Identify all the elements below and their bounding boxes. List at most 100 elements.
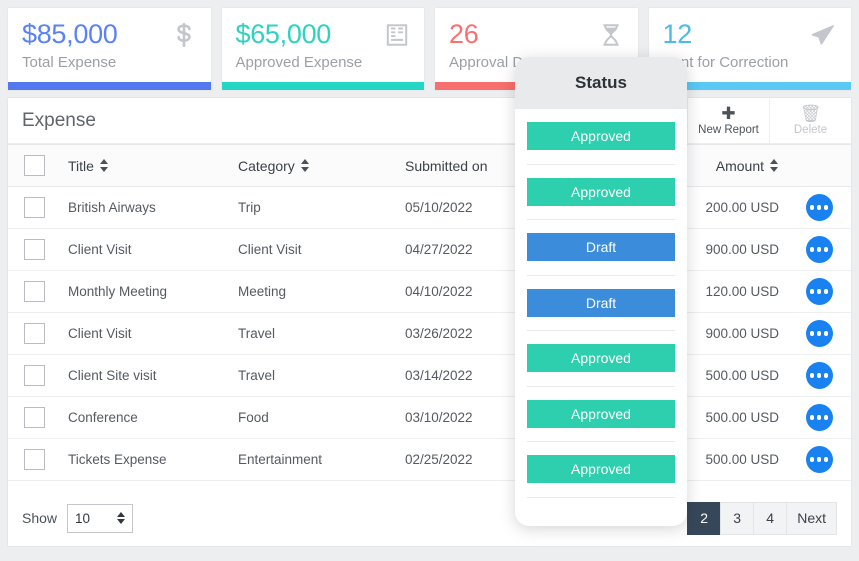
page-size-select[interactable]: 10 — [67, 503, 134, 533]
kpi-value: 12 — [662, 19, 693, 49]
row-actions-button[interactable] — [805, 194, 833, 221]
status-popup-item[interactable]: Approved — [527, 442, 675, 498]
status-popup-list: Approved Approved Draft Draft Approved Approv… — [515, 109, 687, 526]
column-label-category: Category — [238, 157, 295, 174]
expense-dashboard: $85,000 Total Expense $65,000 Approved Expe… — [0, 0, 859, 561]
sort-icon[interactable] — [99, 159, 109, 172]
cell-actions — [787, 438, 851, 481]
table-body: British AirwaysTrip05/10/2022Approved200… — [8, 186, 851, 481]
row-actions-button[interactable] — [805, 404, 833, 431]
cell-title: Conference — [60, 396, 230, 439]
kpi-accent-bar — [8, 82, 211, 90]
kpi-card-texts: $65,000 Approved Expense — [236, 18, 363, 71]
status-popup-item[interactable]: Approved — [527, 331, 675, 387]
kpi-value: 26 — [449, 19, 479, 49]
row-checkbox[interactable] — [24, 281, 45, 302]
pagination-4[interactable]: 4 — [753, 501, 788, 535]
status-badge: Approved — [527, 455, 675, 484]
status-popup-item[interactable]: Approved — [527, 109, 675, 165]
column-header-category[interactable]: Category — [230, 144, 397, 187]
cell-category: Meeting — [230, 270, 397, 313]
select-all-header — [8, 144, 60, 187]
status-popup-item[interactable]: Draft — [527, 220, 675, 276]
status-badge: Approved — [527, 122, 675, 151]
kpi-value: $65,000 — [235, 19, 332, 49]
cell-category: Trip — [230, 186, 397, 229]
chevron-updown-icon — [117, 512, 126, 524]
sort-icon[interactable] — [300, 159, 310, 172]
status-popup[interactable]: Status Approved Approved Draft Draft Approve… — [515, 57, 687, 526]
table-row[interactable]: ConferenceFood03/10/2022Approved500.00 U… — [8, 396, 851, 439]
cell-title: Client Visit — [60, 228, 230, 271]
kpi-card-body: $85,000 Total Expense — [8, 8, 211, 82]
plus-icon: ✚ — [721, 104, 736, 123]
row-actions-button[interactable] — [805, 362, 833, 389]
delete-button[interactable]: 🗑 Delete — [769, 98, 851, 143]
cell-title: Client Visit — [60, 312, 230, 355]
status-popup-item[interactable]: Approved — [527, 165, 675, 220]
row-checkbox[interactable] — [24, 449, 45, 470]
row-actions-button[interactable] — [805, 278, 833, 305]
new-report-button[interactable]: ✚ New Report — [687, 98, 769, 143]
table-row[interactable]: Monthly MeetingMeeting04/10/2022Draft120… — [8, 270, 851, 313]
table-row[interactable]: British AirwaysTrip05/10/2022Approved200… — [8, 186, 851, 229]
cell-title: Client Site visit — [60, 354, 230, 397]
status-popup-item[interactable]: Draft — [527, 276, 675, 331]
sort-icon[interactable] — [770, 159, 779, 172]
table-row[interactable]: Client VisitClient Visit04/27/2022Approv… — [8, 228, 851, 271]
status-popup-tail — [527, 498, 675, 527]
status-popup-title: Status — [515, 57, 687, 109]
table-row[interactable]: Client Site visitTravel03/14/2022Approve… — [8, 354, 851, 397]
status-badge: Approved — [527, 399, 675, 428]
expense-panel: Expense ✚ New Report 🗑 Delete Title Cate… — [8, 98, 851, 546]
row-actions-button[interactable] — [805, 320, 833, 347]
cell-actions — [787, 396, 851, 439]
row-select-cell — [8, 354, 60, 397]
status-badge: Draft — [527, 288, 675, 317]
send-icon — [809, 20, 837, 55]
cell-actions — [787, 270, 851, 313]
row-checkbox[interactable] — [24, 407, 45, 428]
pagination-2[interactable]: 2 — [687, 501, 722, 535]
row-select-cell — [8, 396, 60, 439]
column-label-title: Title — [68, 157, 94, 174]
table-header-row: Title Category Submitted on Status Amoun… — [8, 144, 851, 187]
cell-category: Travel — [230, 312, 397, 355]
cell-title: Tickets Expense — [60, 438, 230, 481]
table-row[interactable]: Tickets ExpenseEntertainment02/25/2022Ap… — [8, 438, 851, 481]
table-row[interactable]: Client VisitTravel03/26/2022Draft900.00 … — [8, 312, 851, 355]
status-badge: Approved — [527, 344, 675, 373]
kpi-card-texts: $85,000 Total Expense — [22, 18, 118, 71]
new-report-label: New Report — [698, 124, 759, 136]
select-all-checkbox[interactable] — [24, 155, 45, 176]
status-popup-item[interactable]: Approved — [527, 387, 675, 442]
row-checkbox[interactable] — [24, 197, 45, 218]
row-actions-button[interactable] — [805, 236, 833, 263]
row-select-cell — [8, 270, 60, 313]
row-checkbox[interactable] — [24, 323, 45, 344]
status-badge: Draft — [527, 233, 675, 262]
kpi-card-1: $85,000 Total Expense — [8, 8, 211, 90]
pagination-next[interactable]: Next — [786, 501, 837, 535]
row-checkbox[interactable] — [24, 365, 45, 386]
pagination-3[interactable]: 3 — [720, 501, 755, 535]
pagination: 2 3 4 Next — [687, 501, 837, 535]
column-header-title[interactable]: Title — [60, 144, 230, 187]
column-label-amount: Amount — [715, 157, 764, 174]
page-size-value: 10 — [75, 510, 91, 526]
column-header-actions — [787, 144, 851, 187]
cell-category: Client Visit — [230, 228, 397, 271]
panel-toolbar: Expense ✚ New Report 🗑 Delete — [8, 98, 851, 144]
kpi-card-row: $85,000 Total Expense $65,000 Approved Expe… — [0, 0, 859, 90]
cell-category: Entertainment — [230, 438, 397, 481]
cell-actions — [787, 186, 851, 229]
trash-icon: 🗑 — [799, 104, 822, 123]
row-select-cell — [8, 438, 60, 481]
row-checkbox[interactable] — [24, 239, 45, 260]
cell-title: British Airways — [60, 186, 230, 229]
row-select-cell — [8, 312, 60, 355]
table-footer: Show 10 2 3 4 Next — [8, 490, 851, 546]
row-actions-button[interactable] — [805, 446, 833, 473]
kpi-card-2: $65,000 Approved Expense — [221, 8, 424, 90]
cell-title: Monthly Meeting — [60, 270, 230, 313]
